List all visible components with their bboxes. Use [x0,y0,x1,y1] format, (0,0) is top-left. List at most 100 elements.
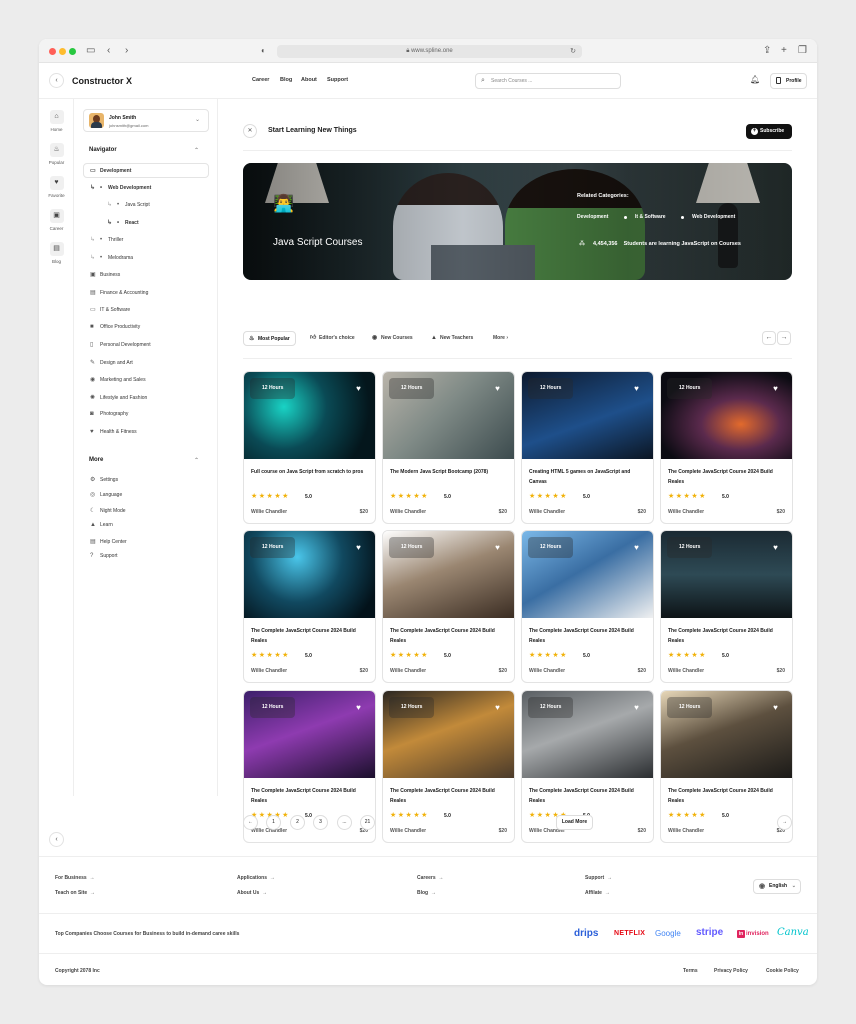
course-card[interactable]: 12 Hours ♥ The Complete JavaScript Course … [243,530,376,683]
shield-icon[interactable]: ◐ [261,45,266,57]
chevron-up-icon[interactable]: ⌃ [194,457,199,464]
sidebar-toggle-icon[interactable]: ▭ [86,45,95,57]
favorite-heart-icon[interactable]: ♥ [487,378,508,399]
course-card[interactable]: 12 Hours ♥ The Complete JavaScript Course … [382,530,515,683]
more-item-settings[interactable]: ⚙ Settings [90,476,118,483]
favorite-heart-icon[interactable]: ♥ [626,697,647,718]
favorite-heart-icon[interactable]: ♥ [348,537,369,558]
rail-collapse-button[interactable]: ‹ [49,832,64,847]
rail-item-blog[interactable]: ▤ Blog [39,242,74,264]
nav-tree-melodrama[interactable]: ↳ • Melodrama [90,254,133,261]
more-item-night-mode[interactable]: ☾ Night Mode [90,507,126,514]
address-bar[interactable]: 🔒︎ www.spline.one ↻ [277,45,582,58]
pagination-page-3[interactable]: 3 [313,815,328,830]
course-card[interactable]: 12 Hours ♥ The Complete JavaScript Course … [660,530,793,683]
tab-more[interactable]: More › [493,331,508,346]
more-item-help[interactable]: ▤ Help Center [90,538,127,545]
footer-link-support[interactable]: Support → [585,875,612,881]
collapse-sidebar-button[interactable]: ‹ [49,73,64,88]
nav-tree-web-development[interactable]: ↳ • Web Development [90,184,151,191]
tab-editors-choice[interactable]: 👍︎ Editor's choice [310,331,355,346]
back-icon[interactable]: ‹ [107,45,110,57]
nav-item-business[interactable]: ▣ Business [90,271,120,278]
nav-item-office[interactable]: ■ Office Productivity [90,324,140,330]
forward-icon[interactable]: › [125,45,128,57]
reload-icon[interactable]: ↻ [570,45,576,58]
course-card[interactable]: 12 Hours ♥ The Complete JavaScript Course … [660,690,793,843]
footer-link-affilate[interactable]: Affilate → [585,890,610,896]
nav-blog[interactable]: Blog [280,77,292,83]
related-category-development[interactable]: Development [577,214,608,220]
tab-new-courses[interactable]: ◉ New Courses [372,331,413,346]
footer-link-careers[interactable]: Careers → [417,875,443,881]
close-window-button[interactable] [49,48,56,55]
subscribe-button[interactable]: + Subscribe [746,124,792,139]
nav-item-it-software[interactable]: ▭ IT & Software [90,306,130,313]
pagination-prev[interactable]: ← [243,815,258,830]
rail-item-home[interactable]: ⌂ Home [39,110,74,132]
tabs-next-button[interactable]: → [777,331,791,345]
pagination-ellipsis[interactable]: ... [337,815,352,830]
favorite-heart-icon[interactable]: ♥ [348,697,369,718]
course-card[interactable]: 12 Hours ♥ Creating HTML 5 games on JavaSc… [521,371,654,524]
favorite-heart-icon[interactable]: ♥ [765,697,786,718]
nav-item-development[interactable]: ▭ Development [90,167,131,174]
minimize-window-button[interactable] [59,48,66,55]
search-input[interactable]: ⌕ Search Courses ... [475,73,621,89]
course-card[interactable]: 12 Hours ♥ The Complete JavaScript Course … [521,530,654,683]
nav-support[interactable]: Support [327,77,348,83]
favorite-heart-icon[interactable]: ♥ [626,537,647,558]
rail-item-career[interactable]: ▣ Career [39,209,74,231]
pagination-page-21[interactable]: 21 [360,815,375,830]
tab-new-teachers[interactable]: ▲ New Teachers [431,331,473,346]
course-card[interactable]: 12 Hours ♥ The Complete JavaScript Course … [382,690,515,843]
user-switcher[interactable]: John Smith johnsmith@gmail.com ⌄ [83,109,209,132]
favorite-heart-icon[interactable]: ♥ [348,378,369,399]
nav-about[interactable]: About [301,77,317,83]
pagination-next[interactable]: → [777,815,792,830]
nav-item-personal[interactable]: ▯ Personal Development [90,341,151,348]
chevron-up-icon[interactable]: ⌃ [194,147,199,154]
more-item-learn[interactable]: ▲ Learn [90,522,113,528]
favorite-heart-icon[interactable]: ♥ [626,378,647,399]
nav-tree-thriller[interactable]: ↳ • Thriller [90,236,123,243]
footer-link-blog[interactable]: Blog → [417,890,436,896]
tabs-prev-button[interactable]: ← [762,331,776,345]
nav-item-lifestyle[interactable]: ✺ Lifestyle and Fashion [90,394,147,401]
footer-cookie-link[interactable]: Cookie Policy [766,968,799,974]
footer-terms-link[interactable]: Terms [683,968,698,974]
footer-privacy-link[interactable]: Privacy Policy [714,968,748,974]
new-tab-icon[interactable]: + [781,45,787,57]
tabs-overview-icon[interactable]: ❐ [798,45,807,57]
language-select[interactable]: ◉ English ⌄ [753,879,801,894]
rail-item-popular[interactable]: ♨ Popular [39,143,74,165]
tab-most-popular[interactable]: ♨ Most Popular [243,331,296,346]
nav-career[interactable]: Career [252,77,269,83]
profile-button[interactable]: Profile [770,73,807,89]
related-category-it-software[interactable]: It & Software [635,214,666,220]
nav-item-photography[interactable]: ◙ Photography [90,411,128,417]
favorite-heart-icon[interactable]: ♥ [487,697,508,718]
course-card[interactable]: 12 Hours ♥ The Modern Java Script Bootcamp… [382,371,515,524]
more-item-language[interactable]: ◎ Language [90,491,122,498]
nav-item-finance[interactable]: ▤ Finance & Accounting [90,289,148,296]
course-card[interactable]: 12 Hours ♥ The Complete JavaScript Course … [243,690,376,843]
related-category-web-development[interactable]: Web Development [692,214,735,220]
favorite-heart-icon[interactable]: ♥ [487,537,508,558]
nav-item-design[interactable]: ✎ Design and Art [90,359,133,366]
favorite-heart-icon[interactable]: ♥ [765,537,786,558]
bell-icon[interactable]: 🔔︎ [750,75,760,84]
nav-item-health[interactable]: ♥ Health & Fitness [90,429,137,435]
nav-tree-react[interactable]: ↳ • React [107,219,139,226]
course-card[interactable]: 12 Hours ♥ Full course on Java Script from… [243,371,376,524]
close-icon[interactable]: ✕ [243,124,257,138]
footer-link-about[interactable]: About Us → [237,890,267,896]
course-card[interactable]: 12 Hours ♥ The Complete JavaScript Course … [660,371,793,524]
footer-link-applications[interactable]: Applications → [237,875,275,881]
footer-link-teach[interactable]: Teach on Site → [55,890,95,896]
footer-link-for-business[interactable]: For Business → [55,875,94,881]
rail-item-favorite[interactable]: ♥ Favorite [39,176,74,198]
nav-item-marketing[interactable]: ◉ Marketing and Sales [90,376,146,383]
share-icon[interactable]: ⇪ [763,45,771,57]
maximize-window-button[interactable] [69,48,76,55]
